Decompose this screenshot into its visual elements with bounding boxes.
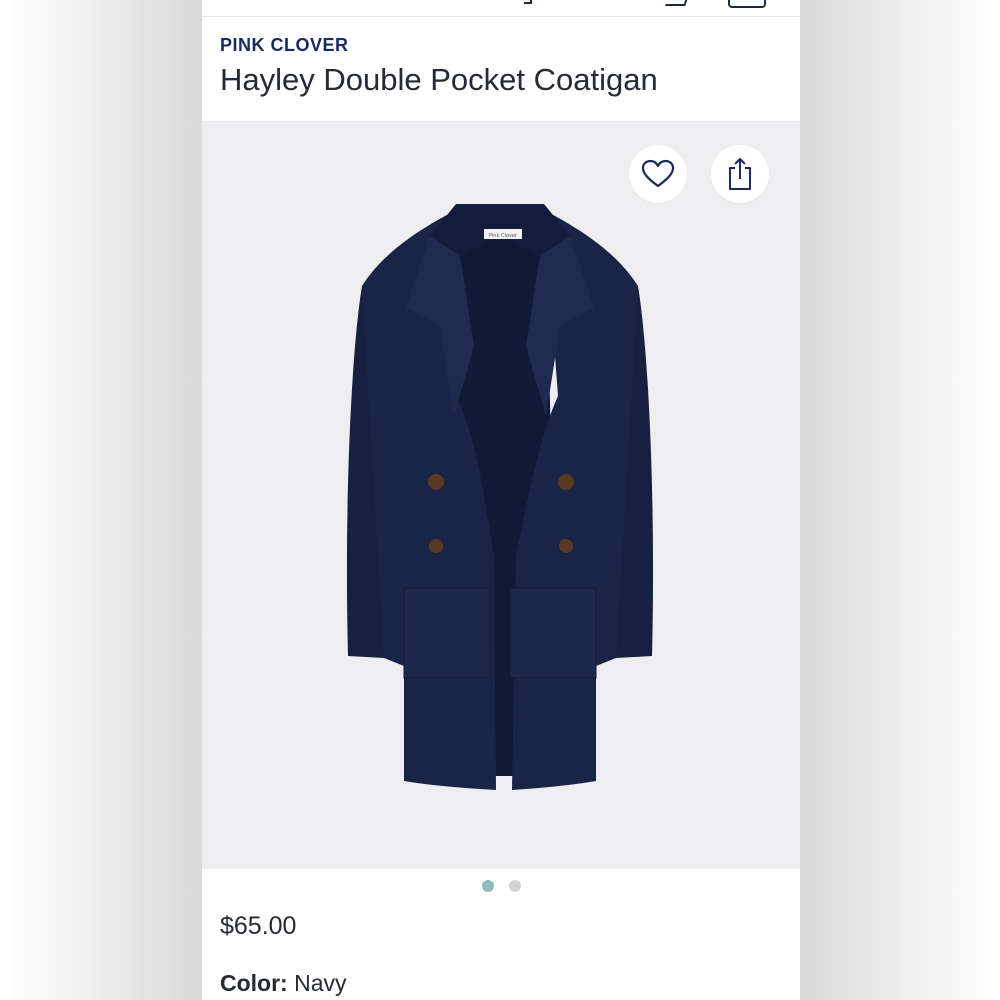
garment-tag: Pink Clover [489,233,518,239]
share-icon [729,158,751,190]
background-blur-left [0,0,202,1000]
product-title: Hayley Double Pocket Coatigan [220,62,658,97]
heart-icon [641,159,675,188]
product-image-carousel[interactable]: Pink Clover [202,121,800,869]
color-label: Color: [220,970,288,996]
coat-product-image: Pink Clover [346,204,654,790]
brand-name[interactable]: PINK CLOVER [220,35,349,56]
color-value: Navy [294,970,347,996]
top-nav-bar [202,0,800,17]
nav-icon-partial[interactable] [524,0,532,4]
color-selection: Color: Navy [220,970,347,997]
favorite-button[interactable] [629,145,687,203]
share-button[interactable] [711,145,769,203]
product-price: $65.00 [220,912,297,940]
carousel-dot[interactable] [508,880,521,892]
nav-icon-partial[interactable] [665,0,691,6]
carousel-dot[interactable] [481,880,494,892]
carousel-indicator [202,880,800,896]
bag-icon[interactable] [728,0,766,8]
product-page: PINK CLOVER Hayley Double Pocket Coatiga… [202,0,800,1000]
background-blur-right [800,0,1000,1000]
